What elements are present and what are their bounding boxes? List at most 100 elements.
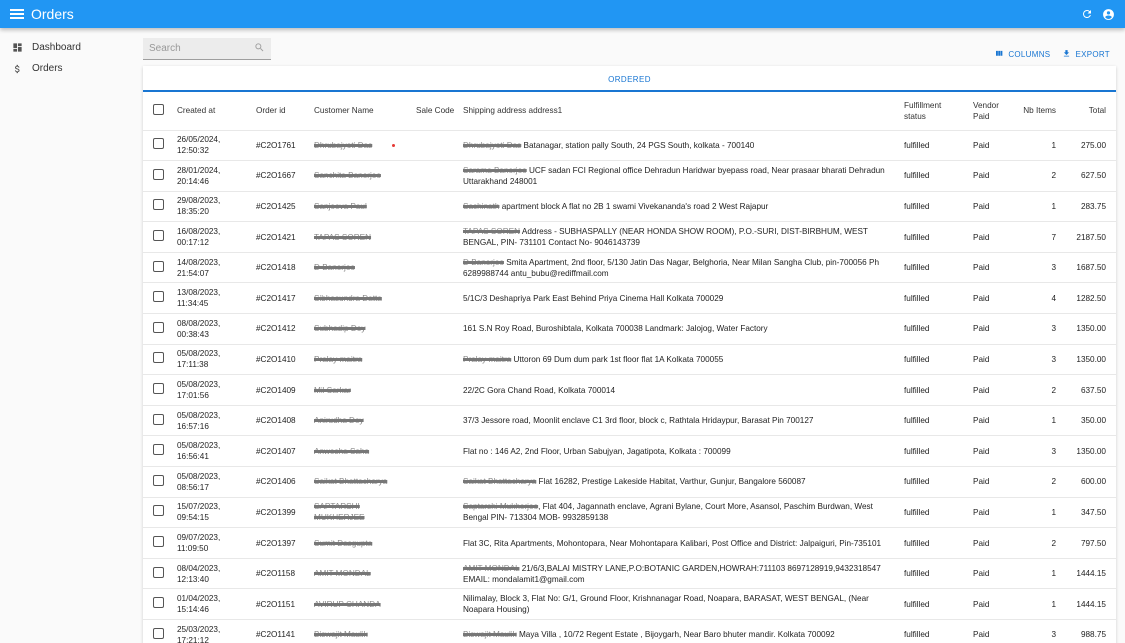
cell-customer-name: Saikat Bhattacharya bbox=[310, 466, 412, 498]
menu-icon[interactable] bbox=[10, 9, 24, 19]
cell-fulfillment-status: fulfilled bbox=[900, 313, 969, 345]
refresh-icon[interactable] bbox=[1081, 8, 1093, 20]
cell-fulfillment-status: fulfilled bbox=[900, 221, 969, 253]
row-checkbox[interactable] bbox=[153, 230, 164, 242]
cell-time: 11:09:50 bbox=[177, 544, 209, 554]
table-row[interactable]: 25/03/2023, 17:21:12 #C2O1141 Biswajit Maul… bbox=[143, 619, 1116, 643]
row-checkbox[interactable] bbox=[153, 444, 164, 456]
row-checkbox[interactable] bbox=[153, 505, 164, 517]
col-nb-items[interactable]: Nb Items bbox=[1016, 92, 1060, 131]
table-row[interactable]: 05/08/2023, 16:57:16 #C2O1408 Anirudha Dey 3… bbox=[143, 405, 1116, 437]
row-checkbox[interactable] bbox=[153, 383, 164, 395]
sidebar-item-dashboard[interactable]: Dashboard bbox=[0, 37, 140, 58]
cell-order-id: #C2O1407 bbox=[252, 435, 310, 468]
col-sale-code[interactable]: Sale Code bbox=[412, 92, 459, 131]
table-row[interactable]: 16/08/2023, 00:17:12 #C2O1421 TAPAS SOREN TA… bbox=[143, 221, 1116, 253]
cell-nb-items: 2 bbox=[1016, 160, 1060, 192]
cell-time: 16:56:41 bbox=[177, 452, 209, 462]
cell-order-id: #C2O1412 bbox=[252, 313, 310, 345]
tab-ordered[interactable]: ORDERED bbox=[143, 66, 1116, 92]
cell-date: 05/08/2023, bbox=[177, 410, 221, 420]
row-checkbox[interactable] bbox=[153, 597, 164, 609]
address-text: Batanagar, station pally South, 24 PGS S… bbox=[521, 140, 755, 150]
select-all-checkbox[interactable] bbox=[153, 103, 164, 115]
table-row[interactable]: 09/07/2023, 11:09:50 #C2O1397 Sumit Dasgupt… bbox=[143, 527, 1116, 559]
cell-order-id: #C2O1399 bbox=[252, 497, 310, 529]
cell-shipping-address: Flat no : 146 A2, 2nd Floor, Urban Sabuj… bbox=[459, 435, 900, 468]
cell-fulfillment-status: fulfilled bbox=[900, 282, 969, 315]
table-row[interactable]: 08/04/2023, 12:13:40 #C2O1158 AMIT MONDAL AM… bbox=[143, 558, 1116, 590]
col-vendor-paid[interactable]: Vendor Paid bbox=[969, 92, 1016, 131]
table-row[interactable]: 05/08/2023, 17:11:38 #C2O1410 Pralay maitra… bbox=[143, 344, 1116, 376]
table-row[interactable]: 15/07/2023, 09:54:15 #C2O1399 SAPTARSHI MUK… bbox=[143, 497, 1116, 529]
table-row[interactable]: 28/01/2024, 20:14:46 #C2O1667 Sanchita Bane… bbox=[143, 160, 1116, 192]
cell-order-id: #C2O1151 bbox=[252, 588, 310, 620]
table-row[interactable]: 05/08/2023, 17:01:56 #C2O1409 Mil Sarkar 22/… bbox=[143, 374, 1116, 406]
cell-created-at: 14/08/2023, 21:54:07 bbox=[173, 252, 252, 284]
table-row[interactable]: 01/04/2023, 15:14:46 #C2O1151 AVIRUP CHANDA… bbox=[143, 588, 1116, 620]
table-row[interactable]: 08/08/2023, 00:38:43 #C2O1412 Subhadip Dey 1… bbox=[143, 313, 1116, 345]
dashboard-icon bbox=[11, 42, 23, 54]
address-text: Flat 3C, Rita Apartments, Mohontopara, N… bbox=[463, 538, 882, 548]
cell-order-id: #C2O1141 bbox=[252, 619, 310, 643]
address-text: Maya Villa , 10/72 Regent Estate , Bijoy… bbox=[516, 630, 835, 640]
row-checkbox[interactable] bbox=[153, 566, 164, 578]
col-fulfillment-status[interactable]: Fulfillment status bbox=[900, 92, 969, 131]
sidebar-item-label: Orders bbox=[32, 63, 63, 74]
cell-sale-code bbox=[412, 619, 459, 643]
orders-table: Created at Order id Customer Name Sale C… bbox=[143, 92, 1116, 643]
address-text: Uttoron 69 Dum dum park 1st floor flat 1… bbox=[511, 354, 724, 364]
cell-order-id: #C2O1409 bbox=[252, 374, 310, 406]
table-row[interactable]: 13/08/2023, 11:34:45 #C2O1417 Sibhasundra D… bbox=[143, 282, 1116, 315]
cell-sale-code bbox=[412, 497, 459, 529]
row-checkbox[interactable] bbox=[153, 474, 164, 486]
cell-sale-code bbox=[412, 252, 459, 284]
sidebar-item-orders[interactable]: Orders bbox=[0, 58, 140, 79]
address-name-redacted: Biswajit Maulik bbox=[463, 630, 517, 640]
cell-nb-items: 2 bbox=[1016, 527, 1060, 559]
row-checkbox[interactable] bbox=[153, 352, 164, 364]
account-icon[interactable] bbox=[1102, 8, 1115, 21]
address-text: 21/6/3,BALAI MISTRY LANE,P.O:BOTANIC GAR… bbox=[463, 563, 881, 584]
col-created-at[interactable]: Created at bbox=[173, 92, 252, 131]
cell-vendor-paid: Paid bbox=[969, 130, 1016, 162]
address-text: Flat no : 146 A2, 2nd Floor, Urban Sabuj… bbox=[463, 446, 731, 456]
cell-total: 1282.50 bbox=[1060, 282, 1116, 315]
row-checkbox[interactable] bbox=[153, 199, 164, 211]
cell-created-at: 05/08/2023, 16:57:16 bbox=[173, 405, 252, 437]
cell-vendor-paid: Paid bbox=[969, 527, 1016, 559]
row-checkbox[interactable] bbox=[153, 536, 164, 548]
cell-time: 18:35:20 bbox=[177, 207, 209, 217]
row-checkbox[interactable] bbox=[153, 321, 164, 333]
cell-total: 1350.00 bbox=[1060, 313, 1116, 345]
cell-total: 600.00 bbox=[1060, 466, 1116, 498]
table-row[interactable]: 05/08/2023, 08:56:17 #C2O1406 Saikat Bhatta… bbox=[143, 466, 1116, 498]
cell-shipping-address: Saikat Bhattacharya Flat 16282, Prestige… bbox=[459, 466, 900, 498]
search-icon[interactable] bbox=[254, 40, 265, 58]
row-checkbox[interactable] bbox=[153, 168, 164, 180]
col-order-id[interactable]: Order id bbox=[252, 92, 310, 131]
cell-fulfillment-status: fulfilled bbox=[900, 558, 969, 590]
table-row[interactable]: 05/08/2023, 16:56:41 #C2O1407 Anwesha Saha F… bbox=[143, 435, 1116, 468]
table-row[interactable]: 14/08/2023, 21:54:07 #C2O1418 D Banerjee D B… bbox=[143, 252, 1116, 284]
row-checkbox[interactable] bbox=[153, 260, 164, 272]
cell-shipping-address: 37/3 Jessore road, Moonlit enclave C1 3r… bbox=[459, 405, 900, 437]
col-shipping-address[interactable]: Shipping address address1 bbox=[459, 92, 900, 131]
row-checkbox[interactable] bbox=[153, 413, 164, 425]
columns-label: COLUMNS bbox=[1008, 50, 1051, 59]
address-text: 5/1C/3 Deshapriya Park East Behind Priya… bbox=[463, 293, 724, 303]
col-customer-name[interactable]: Customer Name bbox=[310, 92, 412, 131]
table-row[interactable]: 29/08/2023, 18:35:20 #C2O1425 Sanjeeva Paul… bbox=[143, 191, 1116, 223]
col-total[interactable]: Total bbox=[1060, 92, 1116, 131]
cell-fulfillment-status: fulfilled bbox=[900, 588, 969, 620]
cell-time: 21:54:07 bbox=[177, 268, 209, 278]
customer-name-redacted: Subhadip Dey bbox=[314, 324, 366, 334]
columns-button[interactable]: COLUMNS bbox=[994, 49, 1050, 60]
cell-fulfillment-status: fulfilled bbox=[900, 497, 969, 529]
export-button[interactable]: EXPORT bbox=[1062, 49, 1110, 60]
table-row[interactable]: 26/05/2024, 12:50:32 #C2O1761 Dhrubajyoti D… bbox=[143, 130, 1116, 162]
row-checkbox[interactable] bbox=[153, 138, 164, 150]
row-checkbox[interactable] bbox=[153, 627, 164, 639]
search-input[interactable] bbox=[149, 43, 254, 54]
row-checkbox[interactable] bbox=[153, 291, 164, 303]
